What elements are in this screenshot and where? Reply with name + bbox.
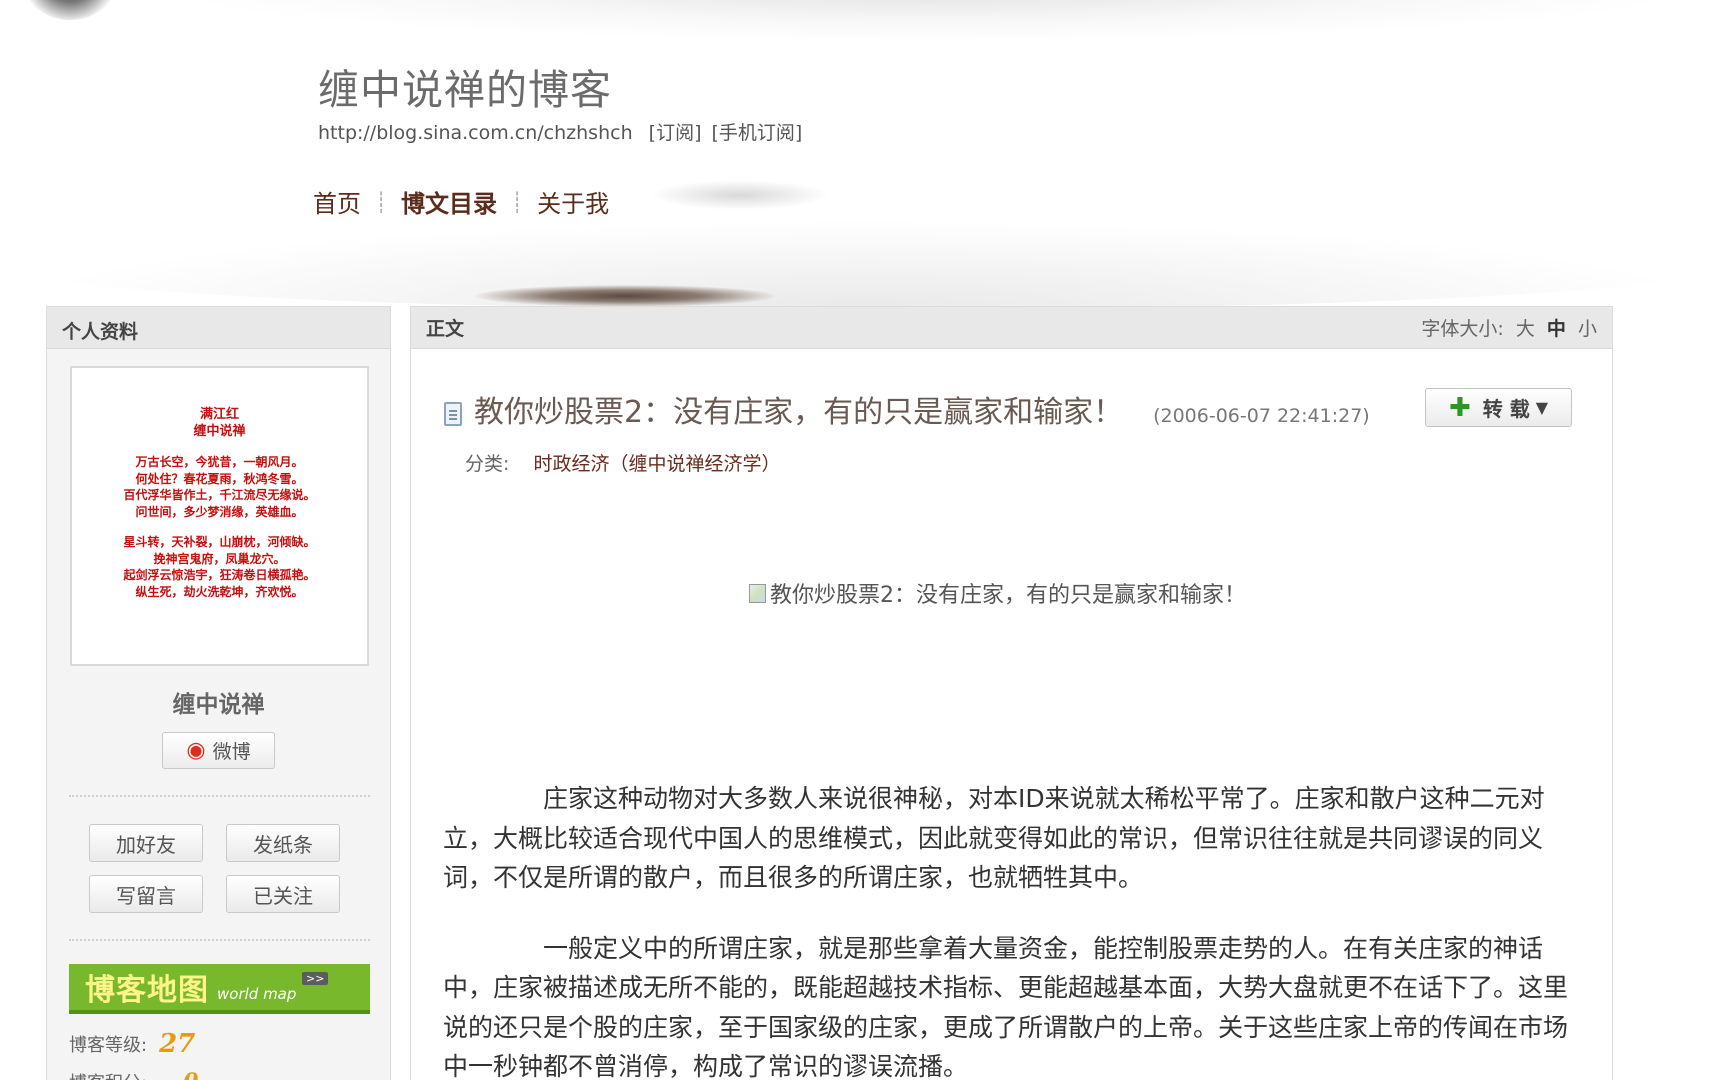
document-icon — [444, 402, 462, 426]
double-arrow-icon: >> — [302, 972, 329, 985]
article-body: 庄家这种动物对大多数人来说很神秘，对本ID来说就太稀松平常了。庄家和散户这种二元… — [443, 779, 1583, 1080]
font-size-small[interactable]: 小 — [1578, 318, 1597, 340]
blog-points-value: 0 — [183, 1069, 198, 1080]
article-header: 教你炒股票2：没有庄家，有的只是赢家和输家！ (2006-06-07 22:41… — [444, 387, 1370, 431]
article-panel: 正文 字体大小: 大 中 小 教你炒股票2：没有庄家，有的只是赢家和输家！ (2… — [410, 306, 1613, 1080]
blog-points-label: 博客积分: — [69, 1069, 147, 1080]
profile-panel-title: 个人资料 — [47, 307, 390, 349]
poem-line: 纵生死，劫火洗乾坤，齐欢悦。 — [135, 584, 304, 599]
article-paragraph: 一般定义中的所谓庄家，就是那些拿着大量资金，能控制股票走势的人。在有关庄家的神话… — [443, 933, 1569, 1080]
poem-line: 挽神宫鬼府，凤巢龙穴。 — [153, 551, 286, 566]
blog-points: 博客积分: 0 — [69, 1069, 198, 1080]
nav-article-list[interactable]: 博文目录 — [401, 184, 497, 219]
add-friend-button[interactable]: 加好友 — [89, 824, 203, 862]
poem-line: 星斗转，天补裂，山崩枕，河倾缺。 — [123, 535, 316, 549]
font-size-large[interactable]: 大 — [1516, 318, 1535, 340]
weibo-icon: ◉ — [186, 737, 206, 763]
ink-blot — [20, 0, 120, 20]
broken-image-icon — [749, 583, 766, 603]
blog-url-row: http://blog.sina.com.cn/chzhshch [订阅] [手机… — [318, 118, 812, 145]
poem-title: 满江红 — [199, 407, 239, 422]
article-timestamp: (2006-06-07 22:41:27) — [1153, 405, 1370, 427]
blog-level-label: 博客等级: — [69, 1035, 148, 1056]
weibo-label: 微博 — [212, 741, 251, 763]
nav-separator: ┊ — [375, 189, 388, 214]
divider — [69, 939, 370, 941]
followed-button[interactable]: 已关注 — [226, 875, 340, 913]
font-size-medium[interactable]: 中 — [1547, 318, 1566, 340]
divider — [69, 795, 370, 797]
blog-level-value: 27 — [159, 1029, 196, 1059]
ink-wash-horizon — [0, 220, 1728, 310]
profile-name[interactable]: 缠中说禅 — [47, 685, 390, 719]
nav-about-me[interactable]: 关于我 — [537, 184, 609, 219]
plus-icon: ✚ — [1448, 392, 1471, 423]
poem-line: 何处住？春花夏雨，秋鸿冬雪。 — [135, 471, 304, 486]
blog-map-banner[interactable]: 博客地图 world map >> — [69, 964, 370, 1014]
blog-level: 博客等级: 27 — [69, 1029, 195, 1059]
profile-panel: 个人资料 满江红 缠中说禅 万古长空，今犹昔，一朝风月。 何处住？春花夏雨，秋鸿… — [46, 306, 391, 1080]
subscribe-link[interactable]: [订阅] — [649, 122, 702, 144]
repost-label: 转 载 — [1482, 397, 1530, 421]
article-title: 教你炒股票2：没有庄家，有的只是赢家和输家！ — [474, 395, 1124, 430]
main-nav: 首页 ┊ 博文目录 ┊ 关于我 — [313, 184, 609, 219]
dropdown-arrow-icon: ▼ — [1535, 398, 1549, 417]
font-size-label: 字体大小: — [1421, 318, 1504, 340]
nav-separator: ┊ — [511, 189, 524, 214]
write-message-button[interactable]: 写留言 — [89, 875, 203, 913]
ink-wash-nav — [650, 180, 830, 210]
ink-wash-top — [180, 0, 1680, 40]
article-paragraph: 庄家这种动物对大多数人来说很神秘，对本ID来说就太稀松平常了。庄家和散户这种二元… — [443, 784, 1545, 892]
nav-home[interactable]: 首页 — [313, 184, 361, 219]
repost-button[interactable]: ✚ 转 载 ▼ — [1425, 388, 1572, 427]
poem-line: 万古长空，今犹昔，一朝风月。 — [135, 455, 304, 469]
blog-title[interactable]: 缠中说禅的博客 — [318, 56, 612, 116]
article-panel-header: 正文 字体大小: 大 中 小 — [411, 307, 1612, 349]
poem-author: 缠中说禅 — [193, 424, 246, 439]
map-banner-subtitle: world map — [217, 985, 297, 1003]
avatar[interactable]: 满江红 缠中说禅 万古长空，今犹昔，一朝风月。 何处住？春花夏雨，秋鸿冬雪。 百… — [70, 366, 369, 666]
blog-url[interactable]: http://blog.sina.com.cn/chzhshch — [318, 122, 633, 144]
poem-line: 起剑浮云惊浩宇，狂涛卷日横孤艳。 — [123, 568, 316, 582]
category-link[interactable]: 时政经济（缠中说禅经济学） — [533, 453, 780, 475]
article-image: 教你炒股票2：没有庄家，有的只是赢家和输家！ — [749, 577, 1246, 609]
article-category: 分类: 时政经济（缠中说禅经济学） — [465, 449, 780, 476]
article-panel-title: 正文 — [426, 318, 465, 340]
font-size-control: 字体大小: 大 中 小 — [1421, 314, 1597, 341]
map-banner-title: 博客地图 — [85, 973, 209, 1008]
category-label: 分类: — [465, 453, 510, 475]
send-note-button[interactable]: 发纸条 — [226, 824, 340, 862]
article-image-alt: 教你炒股票2：没有庄家，有的只是赢家和输家！ — [770, 583, 1246, 608]
poem-line: 问世间，多少梦消缘，英雄血。 — [135, 504, 304, 519]
poem-line: 百代浮华皆作土，千江流尽无缘说。 — [123, 488, 316, 502]
ink-mountain — [475, 285, 775, 307]
weibo-button[interactable]: ◉ 微博 — [162, 732, 275, 769]
mobile-subscribe-link[interactable]: [手机订阅] — [712, 122, 803, 144]
